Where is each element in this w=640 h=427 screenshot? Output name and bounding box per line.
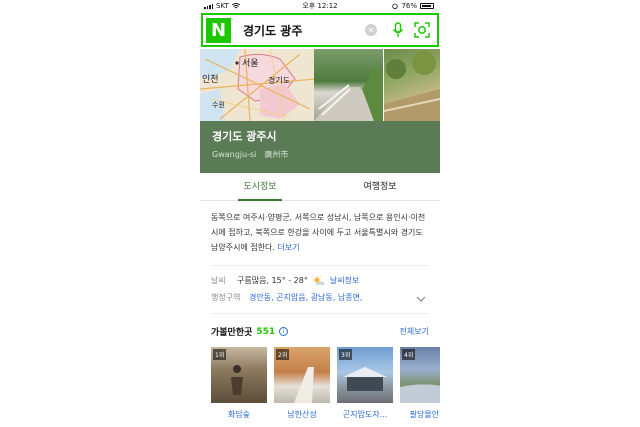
partly-cloudy-icon [312, 275, 325, 285]
wifi-icon [231, 3, 240, 9]
image-search-button[interactable] [413, 21, 431, 39]
districts-label: 행정구역 [211, 293, 241, 302]
chevron-down-icon[interactable] [416, 296, 426, 302]
status-right: 76% [392, 2, 434, 10]
rank-badge: 3위 [339, 349, 353, 360]
microphone-icon [392, 22, 404, 37]
place-card[interactable]: 3위 곤지암도자... [337, 347, 393, 427]
place-card[interactable]: 1위 화담숲 [211, 347, 267, 427]
map-label-incheon: 인천 [202, 74, 219, 85]
city-title: 경기도 광주시 [212, 130, 277, 143]
places-count: 551 [256, 326, 276, 337]
place-name: 화담숲 [227, 410, 251, 419]
place-image: 2위 [274, 347, 330, 403]
divider [211, 265, 429, 266]
carrier-label: SKT [216, 2, 229, 10]
weather-label: 날씨 [211, 276, 226, 285]
weather-info-link[interactable]: 날씨정보 [330, 275, 359, 286]
city-photo-path[interactable] [314, 49, 383, 121]
map-label-gyeonggi: 경기도 [268, 75, 290, 85]
naver-logo[interactable]: N [206, 17, 231, 43]
view-all-link[interactable]: 전체보기 [400, 326, 429, 337]
rank-badge: 1위 [213, 349, 227, 360]
map-label-suwon: 수원 [212, 100, 225, 109]
tab-travel-info[interactable]: 여행정보 [320, 173, 440, 200]
search-bar: N 경기도 광주 ✕ [201, 13, 439, 47]
rank-badge: 2위 [276, 349, 290, 360]
status-left: SKT [204, 2, 240, 10]
close-icon: ✕ [367, 25, 375, 35]
signal-icon [204, 3, 213, 9]
city-map-thumbnail[interactable]: 서울 인천 경기도 수원 [200, 49, 314, 121]
places-list: 1위 화담숲 2위 남한산성 3위 곤지암도자... 4위 팔당물안개 [211, 347, 440, 427]
clear-search-button[interactable]: ✕ [365, 24, 377, 36]
place-image: 3위 [337, 347, 393, 403]
city-description: 동쪽으로 여주시·양평군, 서쪽으로 성남시, 남쪽으로 용인시·이천시에 접하… [211, 210, 431, 255]
battery-percent: 76% [401, 2, 417, 10]
place-image: 4위 [400, 347, 440, 403]
places-header: 가볼만한곳 551 i 전체보기 [211, 325, 429, 339]
map-label-seoul: 서울 [242, 58, 259, 69]
map-graphic: 서울 인천 경기도 수원 [200, 49, 314, 121]
rank-badge: 4위 [402, 349, 416, 360]
fence-path-graphic [314, 69, 383, 121]
camera-lens-icon [414, 22, 430, 38]
hero-images: 서울 인천 경기도 수원 [200, 49, 440, 121]
city-subtitle: Gwangju-si 廣州市 [212, 149, 428, 160]
place-name: 팔당물안개 [409, 410, 440, 419]
battery-icon [420, 3, 434, 9]
districts-row: 행정구역 경안동, 곤지암읍, 광남동, 남종면, [211, 292, 362, 303]
city-caption: 경기도 광주시 Gwangju-si 廣州市 [200, 121, 440, 173]
city-romanized: Gwangju-si [212, 150, 257, 159]
info-tabs: 도시정보 여행정보 [200, 173, 440, 201]
tab-city-info[interactable]: 도시정보 [200, 173, 320, 201]
place-name: 곤지암도자... [342, 410, 388, 419]
city-hero[interactable]: 서울 인천 경기도 수원 경기도 광주시 Gwangju-si 廣州市 [200, 49, 440, 173]
place-card[interactable]: 2위 남한산성 [274, 347, 330, 427]
city-hanja: 廣州市 [264, 150, 289, 159]
more-link[interactable]: 더보기 [278, 243, 300, 252]
voice-search-button[interactable] [389, 21, 407, 39]
place-name: 남한산성 [287, 410, 317, 419]
alarm-icon [392, 3, 399, 9]
districts-value[interactable]: 경안동, 곤지암읍, 광남동, 남종면, [249, 292, 362, 303]
weather-row: 날씨 구름많음, 15° - 28° 날씨정보 [211, 275, 359, 286]
search-input[interactable]: 경기도 광주 [243, 22, 365, 39]
garden-graphic [383, 51, 440, 121]
city-photo-garden[interactable] [383, 49, 440, 121]
phone-screen: SKT 오후 12:12 76% N 경기도 광주 ✕ 서울 인천 경기도 수원… [200, 0, 440, 427]
info-icon[interactable]: i [279, 327, 289, 336]
places-title: 가볼만한곳 [211, 328, 253, 338]
status-bar: SKT 오후 12:12 76% [200, 0, 440, 12]
description-text: 동쪽으로 여주시·양평군, 서쪽으로 성남시, 남쪽으로 용인시·이천시에 접하… [211, 213, 426, 252]
place-image: 1위 [211, 347, 267, 403]
place-card[interactable]: 4위 팔당물안개 [400, 347, 440, 427]
weather-value: 구름많음, 15° - 28° [237, 276, 308, 285]
divider [211, 313, 429, 314]
